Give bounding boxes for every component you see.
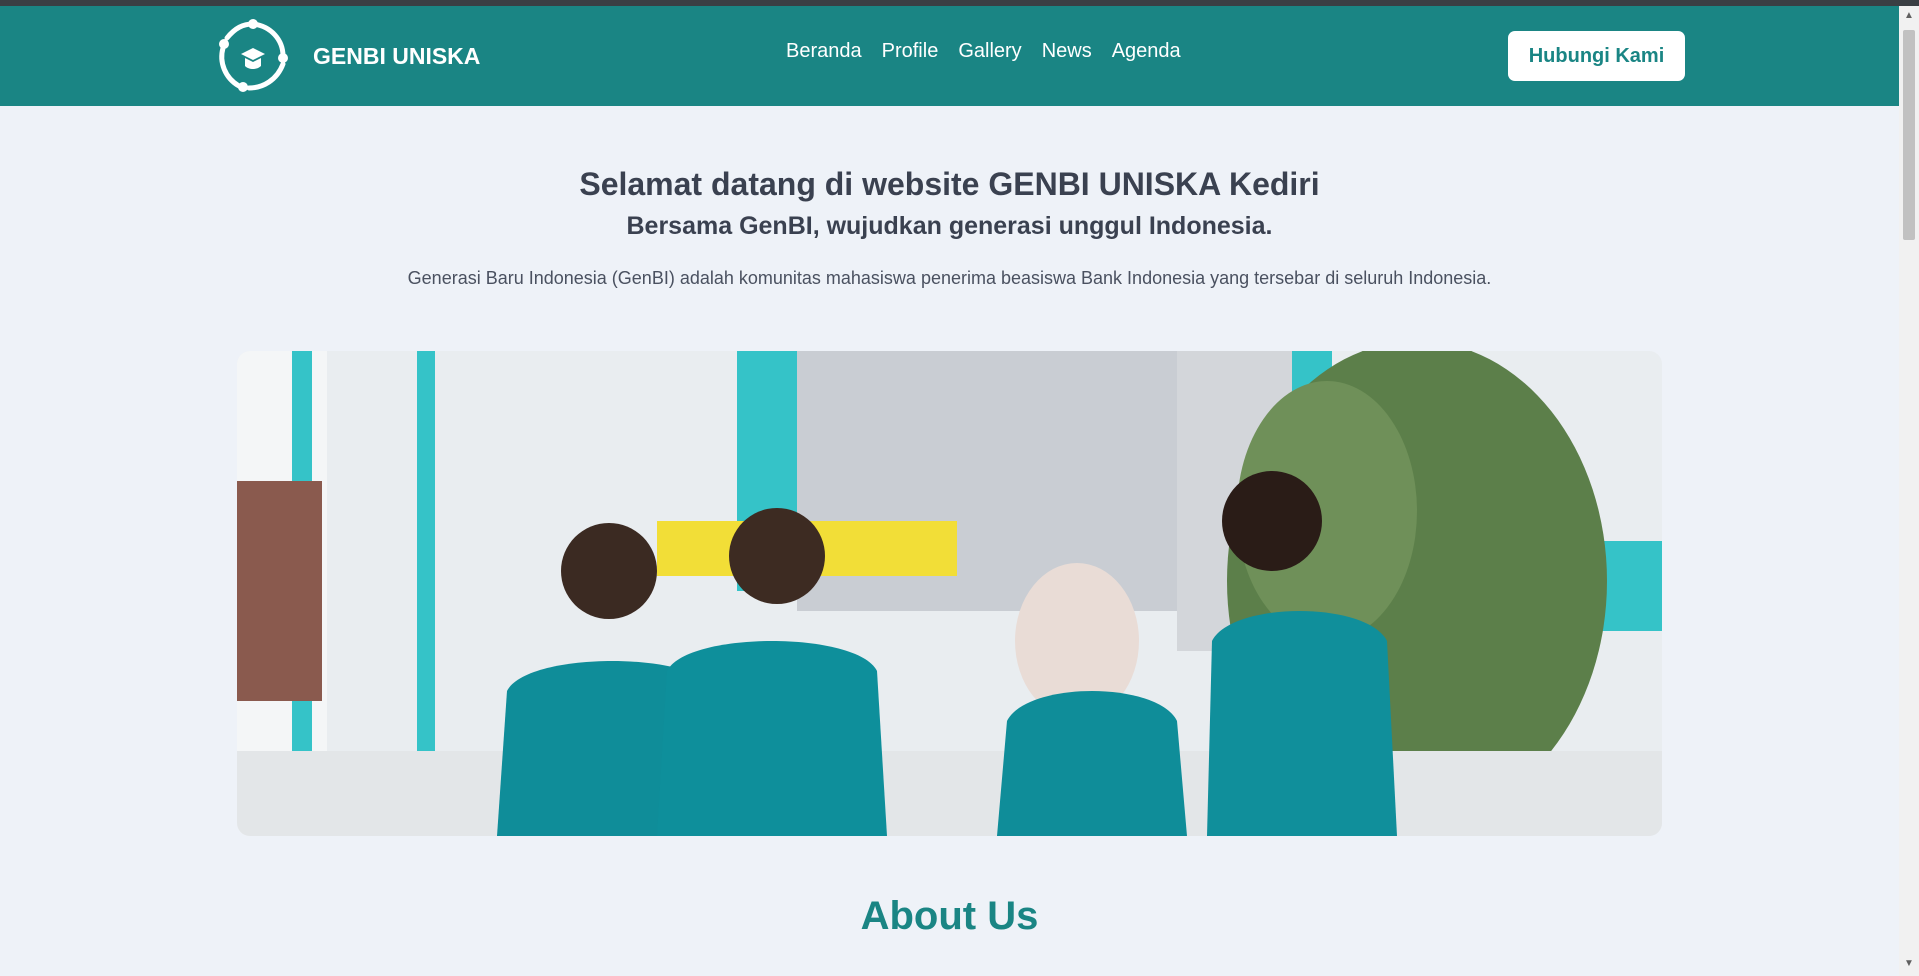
scrollbar[interactable]: ▲ ▼: [1899, 6, 1919, 976]
nav-links: Beranda Profile Gallery News Agenda: [786, 40, 1181, 63]
nav-link-beranda[interactable]: Beranda: [786, 40, 862, 63]
genbi-logo-icon: [219, 19, 288, 92]
nav-link-news[interactable]: News: [1042, 40, 1092, 63]
hero-title: Selamat datang di website GENBI UNISKA K…: [579, 166, 1320, 202]
hero-photo: [237, 351, 1662, 836]
scroll-up-arrow-icon[interactable]: ▲: [1903, 10, 1915, 22]
hero-subtitle: Bersama GenBI, wujudkan generasi unggul …: [626, 212, 1273, 240]
brand-name: GENBI UNISKA: [313, 42, 481, 69]
navbar: GENBI UNISKA Beranda Profile Gallery New…: [0, 6, 1899, 106]
hero-description: Generasi Baru Indonesia (GenBI) adalah k…: [407, 268, 1492, 288]
nav-link-profile[interactable]: Profile: [882, 40, 939, 63]
scroll-down-arrow-icon[interactable]: ▼: [1903, 958, 1915, 970]
nav-link-gallery[interactable]: Gallery: [958, 40, 1021, 63]
brand[interactable]: GENBI UNISKA: [213, 16, 480, 96]
contact-us-button[interactable]: Hubungi Kami: [1508, 31, 1685, 81]
hero-image: [237, 351, 1662, 836]
scroll-thumb[interactable]: [1903, 30, 1915, 240]
nav-link-agenda[interactable]: Agenda: [1112, 40, 1181, 63]
about-title: About Us: [860, 894, 1039, 938]
